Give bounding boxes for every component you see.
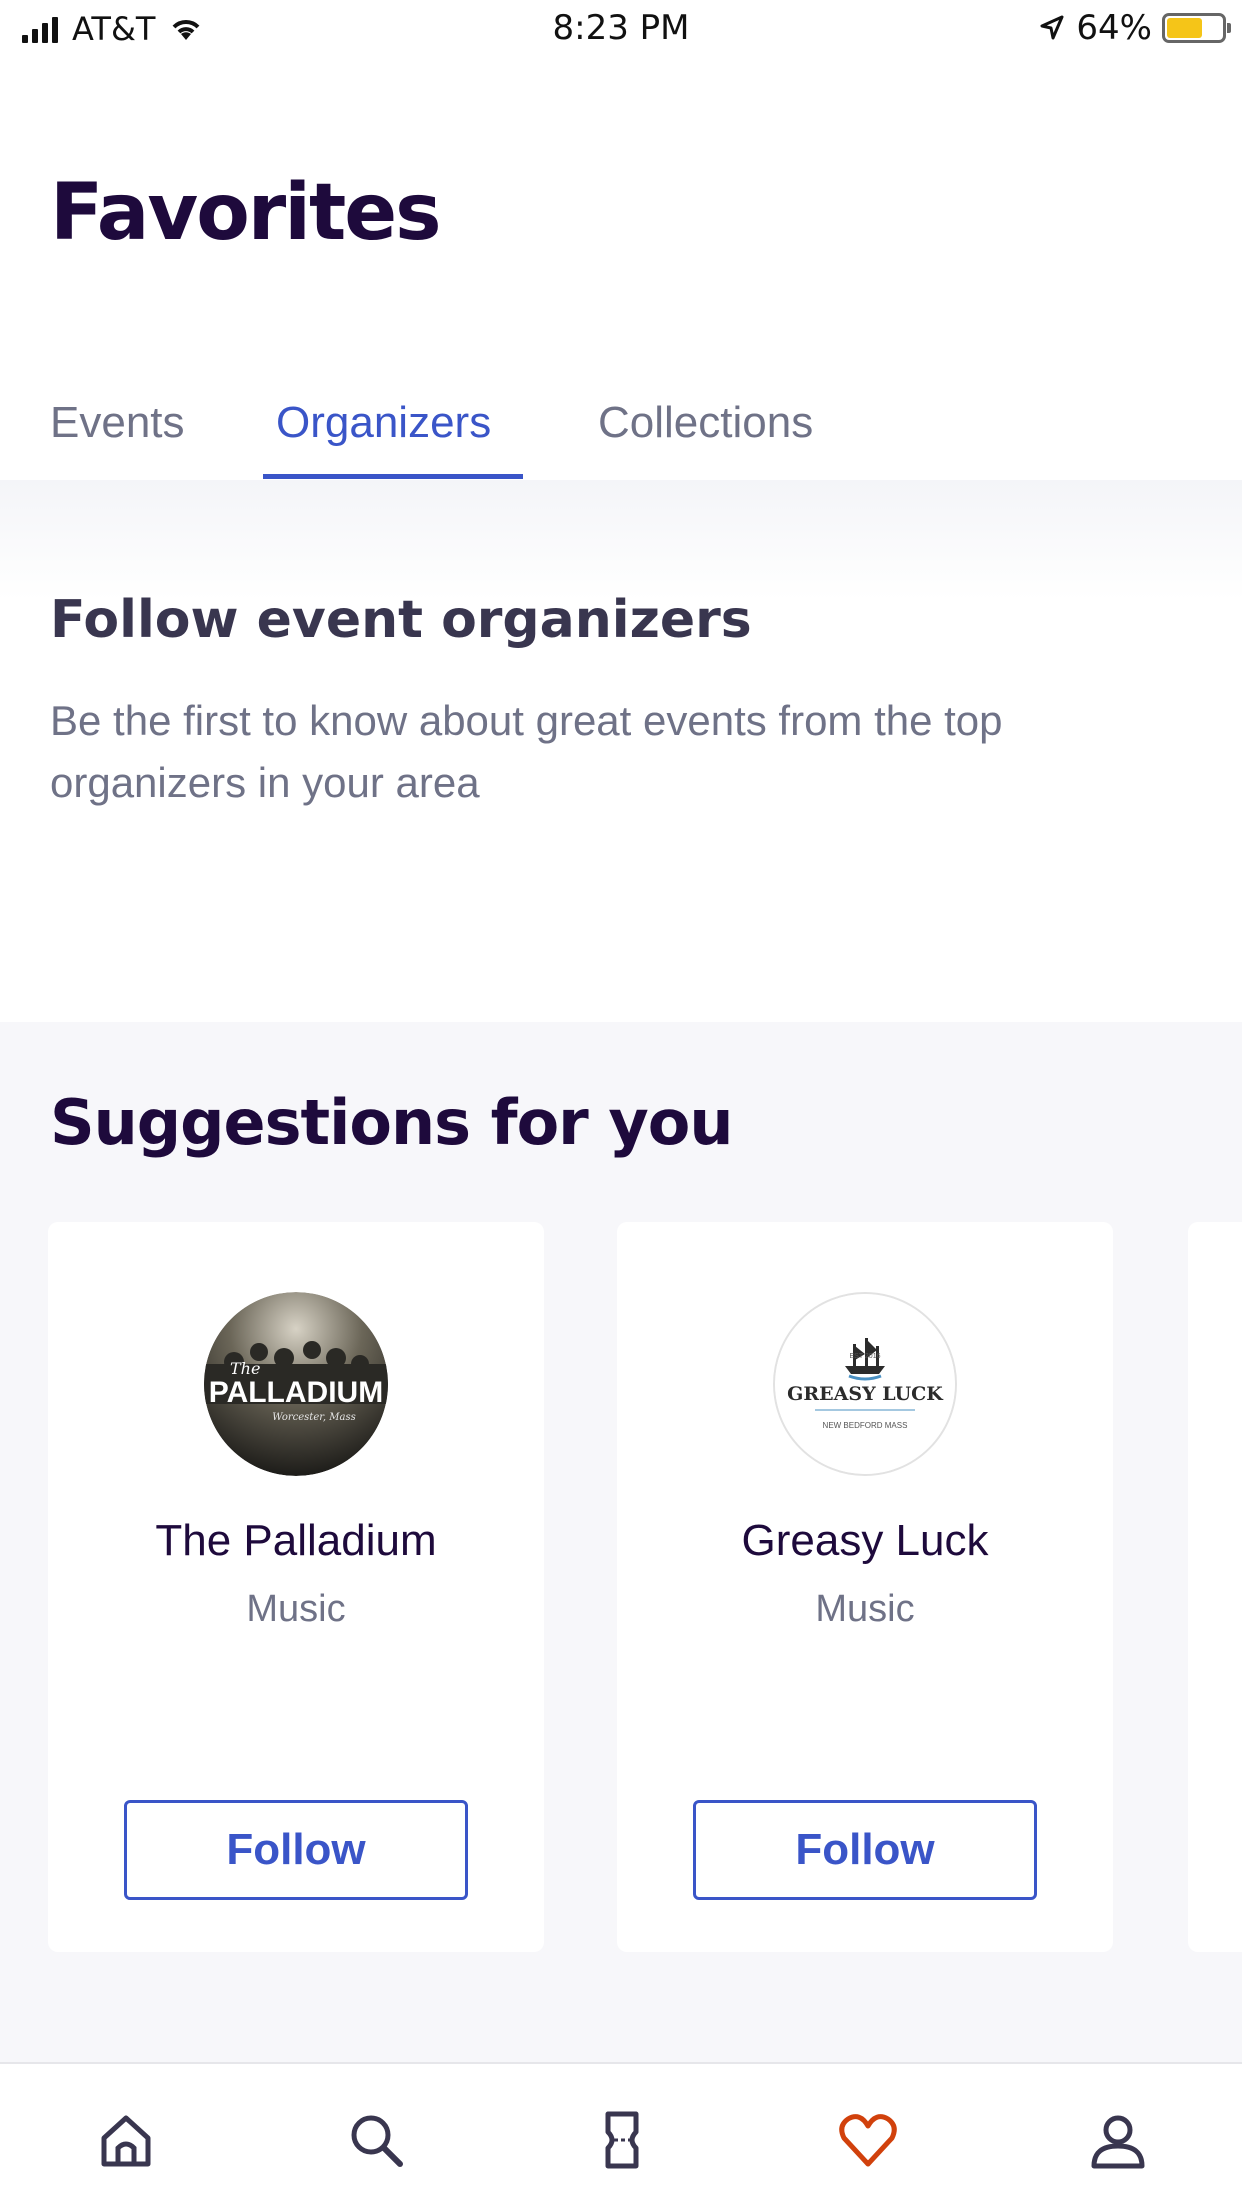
battery-percent: 64%	[1076, 8, 1152, 48]
greasy-luck-logo: EST 2016 GREASY LUCK NEW BEDFORD MASS	[773, 1292, 957, 1476]
status-right: 64%	[1038, 8, 1231, 48]
svg-text:NEW BEDFORD MASS: NEW BEDFORD MASS	[823, 1421, 908, 1430]
svg-text:PALLADIUM: PALLADIUM	[209, 1376, 383, 1409]
follow-button[interactable]: Follow	[693, 1800, 1037, 1900]
location-icon	[1040, 15, 1064, 40]
profile-icon	[1091, 2115, 1145, 2169]
tab-events[interactable]: Events	[50, 398, 185, 448]
nav-search[interactable]	[344, 2108, 408, 2172]
svg-text:GREASY LUCK: GREASY LUCK	[787, 1383, 944, 1405]
home-icon	[101, 2115, 151, 2167]
nav-favorites[interactable]	[836, 2108, 900, 2172]
organizer-card[interactable]: The PALLADIUM Worcester, Mass The Pallad…	[48, 1222, 544, 1952]
tab-organizers[interactable]: Organizers	[276, 398, 491, 448]
svg-text:Worcester, Mass: Worcester, Mass	[272, 1412, 356, 1423]
ticket-icon	[605, 2111, 639, 2169]
svg-text:EST 2016: EST 2016	[849, 1353, 880, 1360]
app-root: AT&T 8:23 PM 64% Favorites Events Organi…	[0, 0, 1242, 2208]
organizer-name[interactable]: The Palladium	[48, 1516, 544, 1566]
follow-button[interactable]: Follow	[124, 1800, 468, 1900]
organizer-card-peek[interactable]	[1188, 1222, 1242, 1952]
tab-collections[interactable]: Collections	[598, 398, 813, 448]
battery-fill	[1167, 18, 1202, 38]
status-bar: AT&T 8:23 PM 64%	[0, 0, 1242, 60]
suggestions-title: Suggestions for you	[50, 1086, 733, 1159]
follow-section-title: Follow event organizers	[50, 590, 752, 650]
follow-section-description: Be the first to know about great events …	[50, 697, 1003, 806]
tab-bar: Events Organizers Collections	[0, 380, 1242, 480]
nav-home[interactable]	[94, 2108, 158, 2172]
battery-charging-icon	[1162, 13, 1231, 43]
page-title: Favorites	[50, 168, 442, 258]
active-tab-indicator	[263, 474, 523, 479]
organizer-category: Music	[246, 1588, 346, 1630]
heart-icon	[839, 2114, 897, 2167]
organizer-category: Music	[815, 1588, 915, 1630]
bottom-nav	[0, 2062, 1242, 2208]
organizer-card[interactable]: EST 2016 GREASY LUCK NEW BEDFORD MASS Gr…	[617, 1222, 1113, 1952]
palladium-logo: The PALLADIUM Worcester, Mass	[204, 1292, 388, 1476]
nav-profile[interactable]	[1086, 2108, 1150, 2172]
nav-tickets[interactable]	[590, 2108, 654, 2172]
organizer-name[interactable]: Greasy Luck	[617, 1516, 1113, 1566]
search-icon	[351, 2115, 403, 2167]
